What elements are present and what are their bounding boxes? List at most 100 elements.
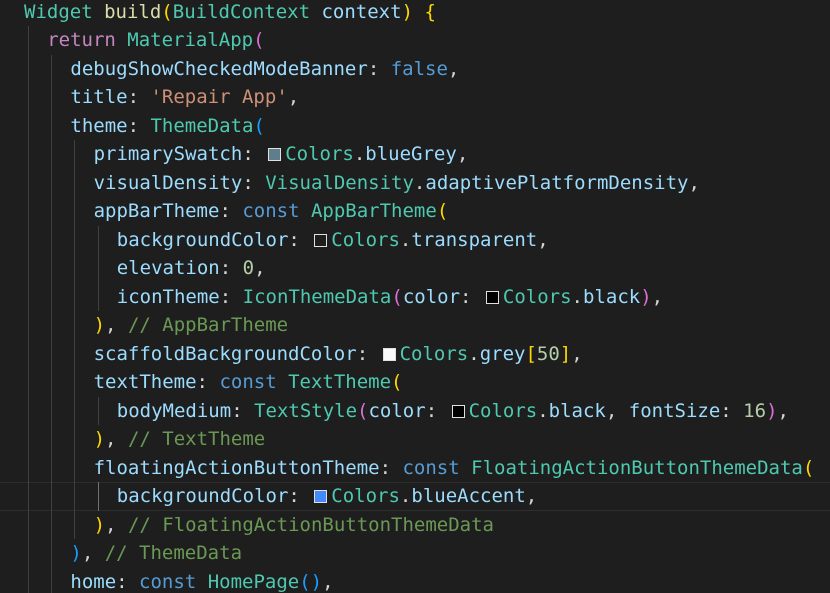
indent-guide (28, 197, 29, 226)
code-token: ) (70, 542, 82, 564)
indent-guide (74, 254, 76, 283)
code-token: , (322, 570, 334, 593)
code-line[interactable]: backgroundColor: Colors.transparent, (0, 225, 830, 255)
code-token: Colors (331, 485, 400, 507)
code-line[interactable]: ), // FloatingActionButtonThemeData (0, 510, 830, 540)
code-token: ( (253, 29, 265, 51)
code-token: black (583, 285, 641, 308)
code-token: const (219, 371, 277, 393)
code-token: build (104, 0, 162, 23)
code-line[interactable]: ), // AppBarTheme (0, 311, 830, 340)
code-token: const (242, 200, 300, 222)
code-token: , (81, 542, 105, 564)
code-token: BuildContext (172, 0, 311, 23)
code-line[interactable]: theme: ThemeData( (0, 111, 830, 140)
code-line[interactable]: Widget build(BuildContext context) { (0, 0, 830, 26)
code-line[interactable]: primarySwatch: Colors.blueGrey, (0, 140, 830, 169)
code-token: iconTheme (116, 285, 220, 308)
indent-guide (28, 83, 29, 112)
indent-guide (28, 368, 29, 397)
code-token: ( (299, 570, 311, 593)
indent-guide (28, 482, 29, 511)
code-token: , (537, 228, 549, 251)
indent-guide (51, 54, 53, 83)
code-token: return (47, 29, 116, 51)
code-tokens: ), // ThemeData (70, 539, 242, 568)
code-token: : (196, 371, 220, 393)
code-token: Colors (331, 228, 400, 251)
code-token: MaterialApp (127, 29, 254, 51)
indent-guide (51, 168, 53, 197)
code-token: Colors (502, 285, 572, 308)
code-token: transparent (411, 228, 538, 251)
code-tokens: elevation: 0, (117, 254, 266, 283)
code-token: // AppBarTheme (127, 314, 289, 336)
code-token: Widget (24, 0, 93, 23)
code-line[interactable]: title: 'Repair App', (0, 83, 830, 112)
code-token: , (456, 143, 469, 165)
code-token: scaffoldBackgroundColor (93, 342, 357, 365)
code-line[interactable]: home: const HomePage(), (0, 567, 830, 593)
color-swatch-icon[interactable] (314, 490, 328, 503)
code-token: : (127, 86, 151, 108)
code-token: , (651, 285, 664, 308)
indent-guide (74, 453, 76, 482)
color-swatch-icon[interactable] (485, 290, 499, 304)
code-token: , (571, 342, 583, 365)
code-token: 50 (536, 342, 560, 365)
code-token: // ThemeData (104, 542, 243, 564)
code-token: ) (310, 570, 323, 593)
code-token: blueGrey (365, 143, 457, 165)
indent-guide (28, 311, 29, 340)
code-line[interactable]: textTheme: const TextTheme( (0, 368, 830, 397)
code-token: ( (357, 399, 369, 422)
code-editor[interactable]: Widget build(BuildContext context) {retu… (0, 0, 830, 593)
code-tokens: iconTheme: IconThemeData(color: Colors.b… (117, 283, 663, 312)
code-line[interactable]: iconTheme: IconThemeData(color: Colors.b… (0, 282, 830, 312)
code-line[interactable]: backgroundColor: Colors.blueAccent, (0, 482, 830, 511)
code-line[interactable]: ), // ThemeData (0, 539, 830, 568)
indent-guide (51, 83, 53, 112)
code-line[interactable]: bodyMedium: TextStyle(color: Colors.blac… (0, 396, 830, 425)
code-tokens: backgroundColor: Colors.transparent, (117, 226, 549, 255)
indent-guide (28, 510, 29, 539)
code-line[interactable]: return MaterialApp( (0, 26, 830, 55)
indent-guide (28, 425, 29, 454)
color-swatch-icon[interactable] (382, 347, 396, 361)
code-line[interactable]: appBarTheme: const AppBarTheme( (0, 197, 830, 226)
color-swatch-icon[interactable] (451, 404, 465, 418)
indent-guide (28, 339, 29, 368)
code-line[interactable]: visualDensity: VisualDensity.adaptivePla… (0, 168, 830, 197)
code-tokens: floatingActionButtonTheme: const Floatin… (94, 454, 815, 483)
code-token: : (379, 456, 403, 479)
code-token: . (413, 171, 426, 194)
indent-guide (74, 140, 76, 169)
code-line[interactable]: debugShowCheckedModeBanner: false, (0, 54, 830, 84)
indent-guide (51, 140, 53, 169)
indent-guide (74, 197, 76, 226)
color-swatch-icon[interactable] (268, 148, 282, 161)
indent-guide (51, 368, 53, 397)
code-token: ThemeData (150, 114, 254, 137)
code-tokens: debugShowCheckedModeBanner: false, (70, 55, 459, 84)
indent-guide (97, 482, 99, 511)
indent-guide (28, 26, 29, 55)
code-line[interactable]: floatingActionButtonTheme: const Floatin… (0, 453, 830, 483)
code-token: , (777, 399, 789, 422)
code-token: . (399, 228, 412, 251)
code-token: : (460, 285, 483, 308)
code-tokens: textTheme: const TextTheme( (94, 368, 403, 397)
code-token: : (242, 171, 266, 194)
code-line[interactable]: scaffoldBackgroundColor: Colors.grey[50]… (0, 339, 830, 368)
color-swatch-icon[interactable] (314, 233, 328, 247)
code-token: floatingActionButtonTheme (93, 456, 380, 479)
code-token: Colors (285, 143, 354, 165)
indent-guide (97, 225, 99, 254)
code-tokens: ), // FloatingActionButtonThemeData (94, 511, 494, 540)
code-line[interactable]: elevation: 0, (0, 254, 830, 283)
code-tokens: title: 'Repair App', (70, 83, 299, 112)
code-line[interactable]: ), // TextTheme (0, 425, 830, 454)
